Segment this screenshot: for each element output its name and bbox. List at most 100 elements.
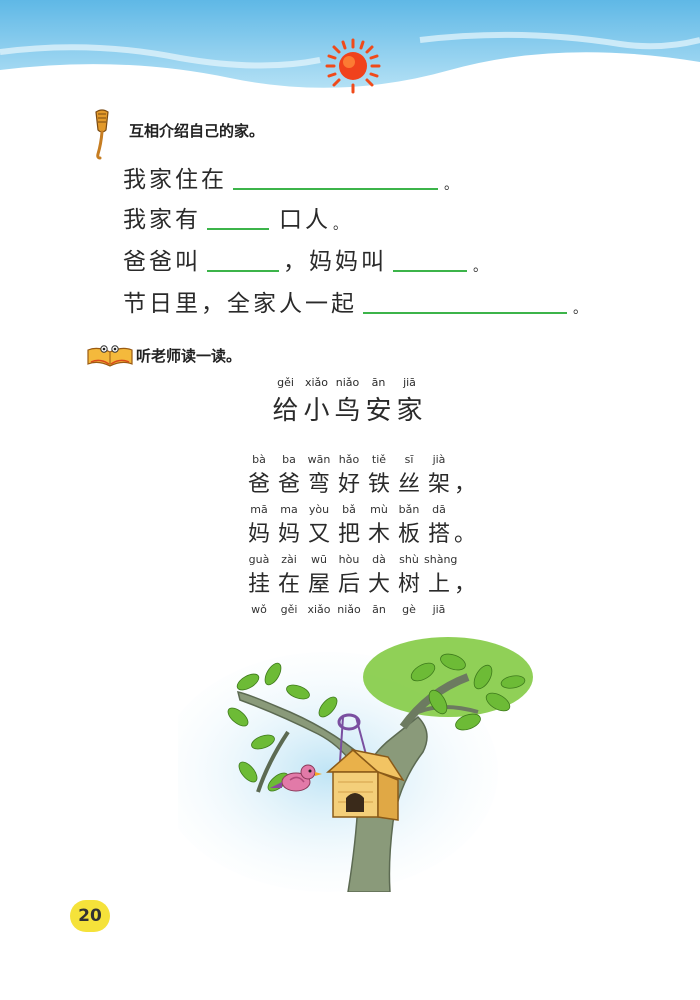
pinyin-row: bà ba wān hǎo tiě sī jià	[244, 453, 474, 467]
poem-line-3: guà zài wū hòu dà shù shàng 挂在屋后大树上，	[244, 553, 477, 597]
punctuation: ，	[454, 572, 477, 597]
line1-end: 。	[444, 177, 458, 193]
pinyin: jiā	[403, 376, 416, 389]
hanzi-row: 妈妈又把木板搭。	[244, 517, 477, 547]
pinyin: ba	[282, 453, 296, 466]
pinyin: wǒ	[251, 603, 267, 616]
fill-line-family-size: 我家有 口人 。	[123, 200, 347, 234]
holiday-activity-blank[interactable]	[363, 312, 567, 314]
fill-line-address: 我家住在 。	[123, 160, 458, 194]
hanzi-row: 挂在屋后大树上，	[244, 567, 477, 597]
pinyin: dà	[372, 553, 386, 566]
hanzi: 搭	[427, 522, 450, 547]
hanzi: 在	[277, 572, 300, 597]
hanzi-row: 爸爸弯好铁丝架，	[244, 467, 477, 497]
pinyin: mù	[370, 503, 388, 516]
pinyin: wān	[307, 453, 331, 466]
tree-birdhouse-illustration	[178, 622, 542, 892]
pinyin-row: mā ma yòu bǎ mù bǎn dā	[244, 503, 474, 517]
pinyin: niǎo	[337, 603, 361, 616]
pinyin: ān	[372, 603, 386, 616]
pinyin-row: wǒ gěi xiǎo niǎo ān gè jiā	[244, 603, 474, 617]
pinyin: wū	[311, 553, 327, 566]
pinyin-row: guà zài wū hòu dà shù shàng	[244, 553, 474, 567]
poem-line-2: mā ma yòu bǎ mù bǎn dā 妈妈又把木板搭。	[244, 503, 477, 547]
line2-end: 。	[333, 217, 347, 233]
line3-end: 。	[473, 259, 487, 275]
line4-end: 。	[573, 301, 587, 317]
pinyin: ān	[371, 376, 386, 389]
hanzi: 爸	[247, 472, 270, 497]
title-char: 鸟	[334, 396, 361, 426]
hanzi: 弯	[307, 472, 330, 497]
line2-prefix: 我家有	[123, 207, 201, 233]
pinyin: ma	[280, 503, 298, 516]
pinyin: shàng	[424, 553, 458, 566]
pinyin: bǎn	[398, 503, 420, 516]
line3-prefix: 爸爸叫	[123, 249, 201, 275]
pinyin: xiǎo	[307, 603, 331, 616]
hanzi: 上	[427, 572, 450, 597]
fill-line-parents: 爸爸叫 ，妈妈叫 。	[123, 242, 487, 276]
address-blank[interactable]	[233, 188, 438, 190]
hanzi: 又	[307, 522, 330, 547]
poem-line-1: bà ba wān hǎo tiě sī jià 爸爸弯好铁丝架，	[244, 453, 477, 497]
hanzi: 妈	[247, 522, 270, 547]
line1-prefix: 我家住在	[123, 167, 227, 193]
hanzi: 后	[337, 572, 360, 597]
hanzi: 铁	[367, 472, 390, 497]
title-char: 给	[272, 396, 299, 426]
section1-heading: 互相介绍自己的家。	[129, 122, 265, 140]
poem-title-pinyin: gěi xiǎo niǎo ān jiā	[270, 376, 425, 389]
title-char: 小	[303, 396, 330, 426]
pinyin: guà	[248, 553, 270, 566]
pinyin: yòu	[308, 503, 330, 516]
father-name-blank[interactable]	[207, 270, 279, 272]
hanzi: 大	[367, 572, 390, 597]
line2-suffix: 口人	[279, 207, 331, 233]
hanzi: 挂	[247, 572, 270, 597]
poem-title: 给 小 鸟 安 家	[270, 390, 425, 427]
pinyin: bà	[252, 453, 266, 466]
pinyin: gěi	[280, 603, 298, 616]
pinyin: niǎo	[335, 376, 360, 389]
pinyin: zài	[281, 553, 297, 566]
pinyin: xiǎo	[304, 376, 329, 389]
pinyin: mā	[250, 503, 268, 516]
pinyin: hòu	[338, 553, 360, 566]
hanzi: 木	[367, 522, 390, 547]
pinyin: shù	[399, 553, 419, 566]
line3-mid: ，妈妈叫	[283, 249, 387, 275]
page-number: 20	[70, 900, 110, 932]
hanzi: 架	[427, 472, 450, 497]
pen-icon	[95, 109, 109, 160]
pinyin: dā	[432, 503, 446, 516]
pinyin: sī	[404, 453, 414, 466]
section2-heading: 听老师读一读。	[136, 347, 242, 365]
fill-line-holiday: 节日里，全家人一起 。	[123, 284, 587, 318]
hanzi: 好	[337, 472, 360, 497]
punctuation: ，	[454, 472, 477, 497]
punctuation: 。	[454, 522, 477, 547]
family-size-blank[interactable]	[207, 228, 269, 230]
mother-name-blank[interactable]	[393, 270, 467, 272]
pinyin: bǎ	[342, 503, 356, 516]
hanzi: 爸	[277, 472, 300, 497]
hanzi: 屋	[307, 572, 330, 597]
pinyin: gè	[402, 603, 416, 616]
pinyin: hǎo	[338, 453, 360, 466]
pinyin: tiě	[371, 453, 387, 466]
book-icon	[87, 345, 133, 367]
hanzi: 妈	[277, 522, 300, 547]
sun-icon	[325, 38, 381, 94]
title-char: 家	[396, 396, 423, 426]
hanzi: 丝	[397, 472, 420, 497]
pinyin: jià	[432, 453, 446, 466]
pinyin: jiā	[432, 603, 446, 616]
hanzi: 把	[337, 522, 360, 547]
hanzi: 板	[397, 522, 420, 547]
title-char: 安	[365, 396, 392, 426]
pinyin: gěi	[277, 376, 294, 389]
hanzi: 树	[397, 572, 420, 597]
line4-prefix: 节日里，全家人一起	[123, 291, 357, 317]
